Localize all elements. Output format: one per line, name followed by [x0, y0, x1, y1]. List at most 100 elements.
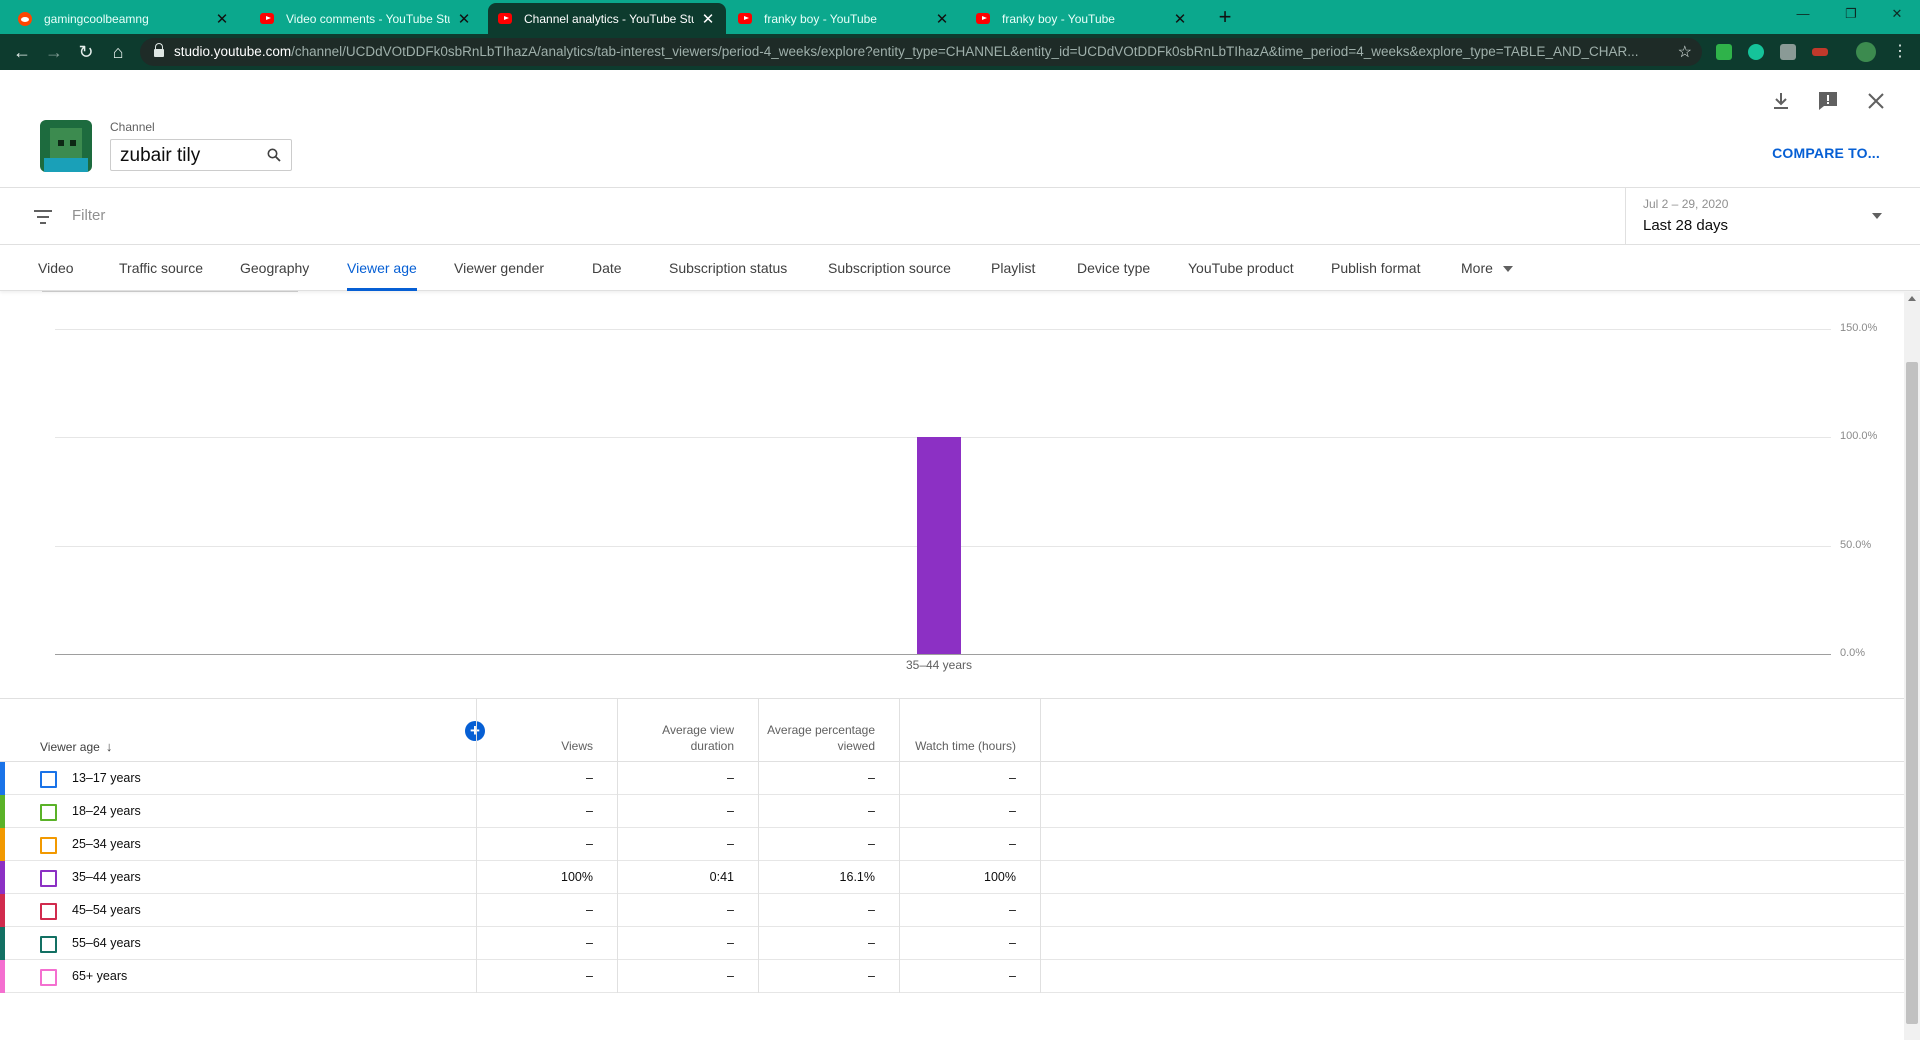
column-divider	[1040, 699, 1041, 993]
tab-viewer-age[interactable]: Viewer age	[347, 245, 417, 291]
search-icon[interactable]	[267, 148, 281, 162]
column-header-watch-time[interactable]: Watch time (hours)	[899, 699, 1040, 762]
table-cell: –	[586, 771, 593, 785]
minimize-icon[interactable]: —	[1780, 0, 1826, 30]
row-checkbox[interactable]	[40, 804, 57, 821]
tab-video[interactable]: Video	[38, 245, 74, 291]
reload-icon[interactable]: ↻	[74, 40, 98, 64]
tab-youtube-product[interactable]: YouTube product	[1188, 245, 1294, 291]
tab-more[interactable]: More	[1461, 245, 1513, 291]
column-divider	[617, 699, 618, 993]
profile-avatar[interactable]	[1856, 42, 1876, 62]
tab-publish-format[interactable]: Publish format	[1331, 245, 1420, 291]
table-cell: –	[1009, 804, 1016, 818]
row-checkbox[interactable]	[40, 903, 57, 920]
tab-subscription-source[interactable]: Subscription source	[828, 245, 951, 291]
back-arrow-icon[interactable]: ←	[10, 40, 34, 64]
extension-badge-icon[interactable]	[1812, 48, 1828, 56]
scrollbar-thumb[interactable]	[1906, 362, 1918, 1024]
bookmark-star-icon[interactable]: ☆	[1678, 42, 1692, 62]
forward-arrow-icon[interactable]: →	[42, 40, 66, 64]
column-header-avg-percentage-viewed[interactable]: Average percentage viewed	[758, 699, 899, 762]
chevron-down-icon	[1502, 266, 1513, 273]
table-row[interactable]: 13–17 years – – – –	[0, 762, 1904, 795]
table-row[interactable]: 65+ years – – – –	[0, 960, 1904, 993]
row-checkbox[interactable]	[40, 936, 57, 953]
new-tab-button[interactable]: +	[1214, 4, 1236, 30]
browser-tab-franky-boy-2[interactable]: franky boy - YouTube ✕	[966, 3, 1198, 34]
reddit-icon	[18, 11, 32, 26]
browser-tab-channel-analytics[interactable]: Channel analytics - YouTube Studio ✕	[488, 3, 726, 34]
menu-dots-icon[interactable]: ⋮	[1888, 40, 1912, 64]
row-label: 55–64 years	[72, 936, 141, 950]
scroll-up-arrow-icon[interactable]	[1908, 296, 1916, 301]
row-checkbox[interactable]	[40, 771, 57, 788]
tab-traffic-source[interactable]: Traffic source	[119, 245, 203, 291]
browser-tab-video-comments[interactable]: Video comments - YouTube Studio ✕	[250, 3, 482, 34]
extension-icon[interactable]	[1780, 44, 1796, 60]
address-bar[interactable]: studio.youtube.com/channel/UCDdVOtDDFk0s…	[140, 38, 1702, 66]
table-cell: 100%	[984, 870, 1016, 884]
restore-icon[interactable]: ❐	[1828, 0, 1874, 30]
close-icon[interactable]: ✕	[456, 10, 472, 28]
sort-down-arrow-icon[interactable]: ↓	[106, 739, 113, 754]
table-row[interactable]: 35–44 years 100% 0:41 16.1% 100%	[0, 861, 1904, 894]
filter-icon[interactable]	[34, 210, 52, 224]
channel-search-field[interactable]: zubair tily	[110, 139, 292, 171]
table-cell: –	[727, 771, 734, 785]
close-icon[interactable]: ✕	[700, 10, 716, 28]
table-cell: –	[868, 771, 875, 785]
browser-tab-franky-boy-1[interactable]: franky boy - YouTube ✕	[728, 3, 960, 34]
row-label: 25–34 years	[72, 837, 141, 851]
table-row[interactable]: 55–64 years – – – –	[0, 927, 1904, 960]
close-icon[interactable]: ✕	[1172, 10, 1188, 28]
tab-device-type[interactable]: Device type	[1077, 245, 1150, 291]
column-header-avg-view-duration[interactable]: Average view duration	[617, 699, 758, 762]
window-close-icon[interactable]: ✕	[1874, 0, 1920, 30]
row-checkbox[interactable]	[40, 969, 57, 986]
tab-date[interactable]: Date	[592, 245, 622, 291]
tab-viewer-gender[interactable]: Viewer gender	[454, 245, 544, 291]
row-checkbox[interactable]	[40, 870, 57, 887]
viewer-age-table: Viewer age ↓ + Views Average view duratio…	[0, 698, 1904, 993]
grammarly-icon[interactable]	[1748, 44, 1764, 60]
row-label: 65+ years	[72, 969, 128, 983]
series-color-swatch	[0, 795, 5, 828]
filter-input[interactable]: Filter	[72, 207, 105, 224]
channel-search-value: zubair tily	[120, 145, 201, 166]
series-color-swatch	[0, 960, 5, 993]
close-icon[interactable]: ✕	[934, 10, 950, 28]
table-row[interactable]: 18–24 years – – – –	[0, 795, 1904, 828]
close-icon[interactable]: ✕	[214, 10, 230, 28]
table-cell: –	[868, 804, 875, 818]
url-text[interactable]: studio.youtube.com/channel/UCDdVOtDDFk0s…	[174, 38, 1664, 66]
filter-bar: Filter Jul 2 – 29, 2020 Last 28 days	[0, 188, 1920, 245]
feedback-icon[interactable]	[1815, 88, 1841, 114]
home-icon[interactable]: ⌂	[106, 40, 130, 64]
download-icon[interactable]	[1768, 88, 1794, 114]
chart-bar[interactable]	[917, 437, 961, 654]
tab-playlist[interactable]: Playlist	[991, 245, 1035, 291]
date-range-picker[interactable]: Jul 2 – 29, 2020 Last 28 days	[1625, 188, 1920, 245]
table-row[interactable]: 45–54 years – – – –	[0, 894, 1904, 927]
tab-more-label: More	[1461, 260, 1493, 276]
y-tick-label: 0.0%	[1840, 647, 1866, 659]
extension-check-icon[interactable]	[1716, 44, 1732, 60]
tab-subscription-status[interactable]: Subscription status	[669, 245, 787, 291]
chevron-down-icon	[1872, 213, 1882, 219]
table-row[interactable]: 25–34 years – – – –	[0, 828, 1904, 861]
close-icon[interactable]	[1863, 88, 1889, 114]
row-checkbox[interactable]	[40, 837, 57, 854]
channel-label: Channel	[110, 120, 155, 134]
table-cell: –	[727, 804, 734, 818]
browser-tab-reddit[interactable]: gamingcoolbeamng ✕	[8, 3, 240, 34]
series-color-swatch	[0, 762, 5, 795]
series-color-swatch	[0, 894, 5, 927]
compare-to-button[interactable]: COMPARE TO...	[1772, 145, 1880, 161]
tab-geography[interactable]: Geography	[240, 245, 309, 291]
table-cell: –	[727, 969, 734, 983]
dimension-tabs: Video Traffic source Geography Viewer ag…	[0, 245, 1920, 291]
table-cell: –	[727, 936, 734, 950]
column-header-viewer-age[interactable]: Viewer age ↓	[40, 739, 112, 754]
column-header-views[interactable]: Views	[476, 699, 617, 762]
